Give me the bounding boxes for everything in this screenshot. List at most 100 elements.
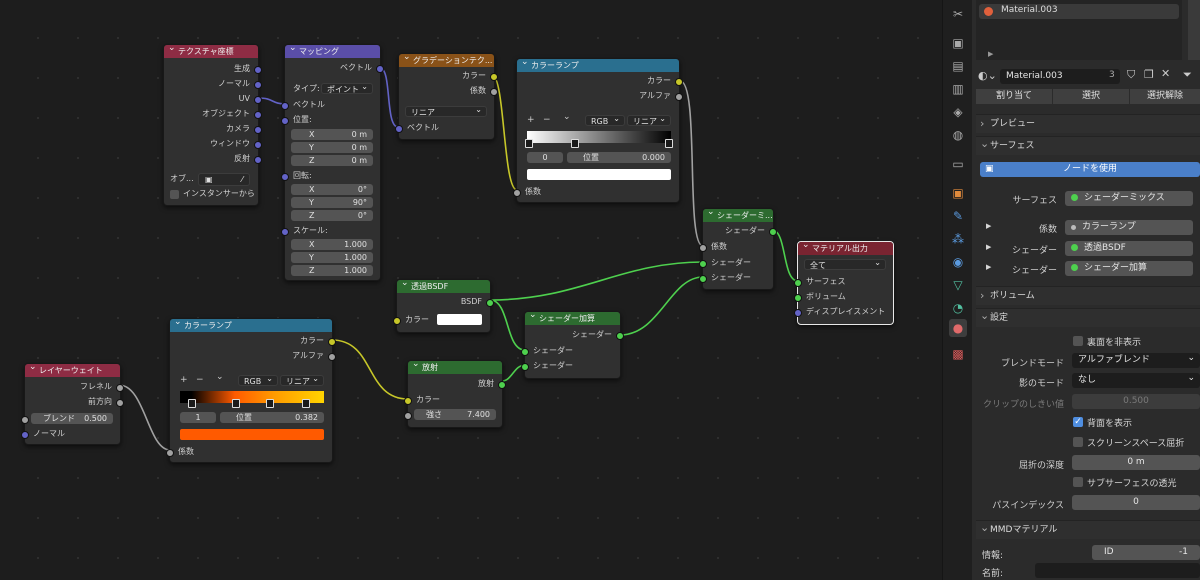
collection-tab-icon[interactable]: ▭: [949, 155, 967, 173]
material-tab-icon[interactable]: ●: [949, 319, 967, 337]
socket-color-in[interactable]: [393, 317, 401, 325]
add-stop-button[interactable]: +: [180, 375, 188, 385]
output-tab-icon[interactable]: ▤: [949, 57, 967, 75]
color-ramp-node-1[interactable]: カラーランプ カラー アルファ + − ⌄ RGB リニア 0 位置0.000 …: [513, 58, 683, 203]
interpolation-dropdown[interactable]: リニア: [627, 113, 671, 126]
slot-list-grip-icon[interactable]: ▶: [988, 50, 993, 58]
fac-input-field[interactable]: カラーランプ: [1065, 220, 1193, 235]
node-title[interactable]: レイヤーウェイト: [25, 364, 120, 377]
render-tab-icon[interactable]: ▣: [949, 34, 967, 52]
node-title[interactable]: シェーダーミ...: [703, 209, 773, 222]
blend-mode-dropdown[interactable]: アルファブレンド: [1072, 353, 1200, 368]
ramp-stop-1[interactable]: [571, 139, 579, 148]
texture-tab-icon[interactable]: ▩: [949, 345, 967, 363]
blend-field[interactable]: ブレンド 0.500: [31, 413, 113, 424]
active-stop-index[interactable]: 1: [180, 412, 216, 423]
emission-node[interactable]: 放射 放射 カラー 強さ7.400: [404, 360, 506, 428]
rotation-z[interactable]: Z 0°: [291, 210, 373, 221]
socket-uv[interactable]: [254, 96, 262, 104]
gradient-texture-node[interactable]: グラデーションテク... カラー 係数 リニア ベクトル: [395, 53, 498, 140]
filter-icon[interactable]: ⏷: [1183, 68, 1192, 82]
instancer-checkbox[interactable]: [170, 190, 179, 199]
ramp-stop-3[interactable]: [302, 399, 310, 408]
world-tab-icon[interactable]: ◍: [949, 126, 967, 144]
scene-tab-icon[interactable]: ◈: [949, 103, 967, 121]
socket-fac-out[interactable]: [490, 88, 498, 96]
socket-alpha-out[interactable]: [675, 93, 683, 101]
node-title[interactable]: グラデーションテク...: [399, 54, 494, 67]
physics-tab-icon[interactable]: ◉: [949, 253, 967, 271]
remove-stop-button[interactable]: −: [196, 375, 204, 385]
scale-x[interactable]: X 1.000: [291, 239, 373, 250]
material-browse-icon[interactable]: ◐⌄: [978, 69, 997, 82]
node-title[interactable]: テクスチャ座標: [164, 45, 258, 58]
socket-normal-in[interactable]: [21, 431, 29, 439]
socket-normal[interactable]: [254, 81, 262, 89]
color-mode-dropdown[interactable]: RGB: [238, 373, 278, 386]
subsurface-translucency-checkbox[interactable]: [1073, 477, 1083, 487]
socket-volume-in[interactable]: [794, 294, 802, 302]
socket-color-out[interactable]: [328, 338, 336, 346]
node-title[interactable]: マッピング: [285, 45, 380, 58]
rotation-y[interactable]: Y 90°: [291, 197, 373, 208]
material-slot-item[interactable]: Material.003: [979, 4, 1179, 19]
node-title[interactable]: カラーランプ: [517, 59, 679, 72]
ramp-menu-chevron-icon[interactable]: ⌄: [563, 112, 571, 122]
socket-fac-in[interactable]: [513, 189, 521, 197]
gradient-type-dropdown[interactable]: リニア: [405, 104, 487, 117]
use-nodes-button[interactable]: ▣ ノードを使用: [980, 162, 1200, 177]
tool-tab-icon[interactable]: ✂: [949, 5, 967, 23]
ramp-stop-0[interactable]: [188, 399, 196, 408]
ramp-stop-0[interactable]: [525, 139, 533, 148]
ramp-stop-2[interactable]: [665, 139, 673, 148]
type-dropdown[interactable]: ポイント: [321, 81, 373, 94]
mix-shader-node[interactable]: シェーダーミ... シェーダー 係数 シェーダー シェーダー: [699, 208, 777, 290]
node-title[interactable]: マテリアル出力: [798, 242, 893, 255]
color-ramp-node-2[interactable]: カラーランプ カラー アルファ + − ⌄ RGB リニア 1 位置0.382 …: [166, 318, 336, 463]
location-z[interactable]: Z0 m: [291, 155, 373, 166]
socket-shader-in-2[interactable]: [699, 275, 707, 283]
socket-fac-in[interactable]: [699, 244, 707, 252]
node-editor[interactable]: テクスチャ座標 生成 ノーマル UV オブジェクト カメラ ウィンドウ 反射 オ…: [0, 0, 942, 580]
socket-window[interactable]: [254, 141, 262, 149]
node-title[interactable]: カラーランプ: [170, 319, 332, 332]
socket-shader-out[interactable]: [616, 332, 624, 340]
ramp-menu-chevron-icon[interactable]: ⌄: [216, 372, 224, 382]
shader2-expand-icon[interactable]: ▶: [986, 263, 991, 271]
socket-generated[interactable]: [254, 66, 262, 74]
socket-fac-in[interactable]: [166, 449, 174, 457]
add-shader-node[interactable]: シェーダー加算 シェーダー シェーダー シェーダー: [521, 311, 624, 379]
color-swatch[interactable]: [437, 314, 482, 325]
node-title[interactable]: 透過BSDF: [397, 280, 490, 293]
location-y[interactable]: Y0 m: [291, 142, 373, 153]
socket-color-out[interactable]: [675, 78, 683, 86]
socket-bsdf-out[interactable]: [486, 299, 494, 307]
socket-reflection[interactable]: [254, 156, 262, 164]
name-field[interactable]: [1035, 563, 1200, 578]
socket-vector-in[interactable]: [281, 102, 289, 110]
interpolation-dropdown[interactable]: リニア: [280, 373, 324, 386]
socket-shader-out[interactable]: [769, 228, 777, 236]
fac-expand-icon[interactable]: ▶: [986, 222, 991, 230]
socket-color-out[interactable]: [490, 73, 498, 81]
socket-location[interactable]: [281, 117, 289, 125]
data-tab-icon[interactable]: ◔: [949, 299, 967, 317]
node-title[interactable]: シェーダー加算: [525, 312, 620, 325]
duplicate-material-icon[interactable]: ❐: [1144, 68, 1154, 81]
socket-shader-in-1[interactable]: [521, 348, 529, 356]
screen-space-refraction-checkbox[interactable]: [1073, 437, 1083, 447]
eyedropper-icon[interactable]: ⁄: [242, 174, 243, 185]
scale-z[interactable]: Z 1.000: [291, 265, 373, 276]
texture-coordinate-node[interactable]: テクスチャ座標 生成 ノーマル UV オブジェクト カメラ ウィンドウ 反射 オ…: [163, 44, 262, 206]
pass-index-field[interactable]: 0: [1072, 495, 1200, 510]
socket-strength-in[interactable]: [404, 412, 412, 420]
node-title[interactable]: 放射: [408, 361, 502, 374]
shader2-input-field[interactable]: シェーダー加算: [1065, 261, 1193, 276]
socket-alpha-out[interactable]: [328, 353, 336, 361]
socket-blend-in[interactable]: [21, 416, 29, 424]
socket-vector-out[interactable]: [376, 65, 384, 73]
modifier-tab-icon[interactable]: ✎: [949, 207, 967, 225]
stop-color-swatch[interactable]: [527, 169, 671, 180]
object-tab-icon[interactable]: ▣: [949, 184, 967, 202]
color-mode-dropdown[interactable]: RGB: [585, 113, 625, 126]
